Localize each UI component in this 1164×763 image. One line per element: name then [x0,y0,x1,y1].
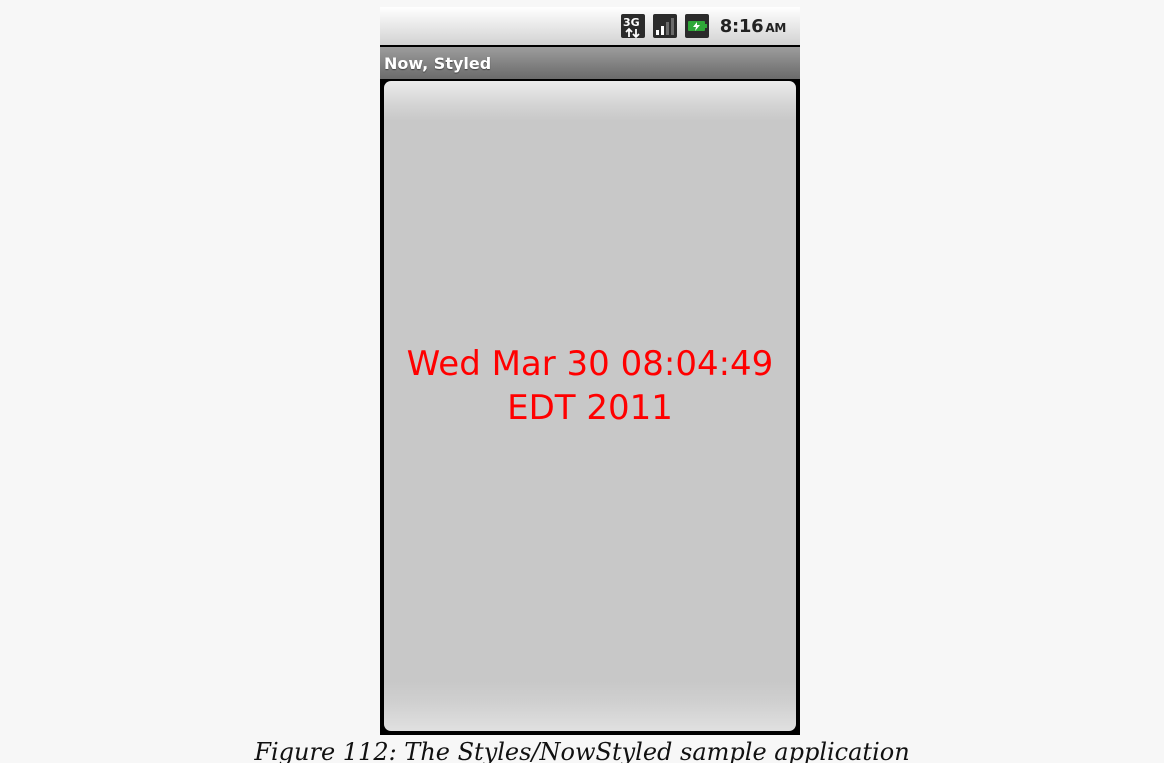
figure-caption: Figure 112: The Styles/NowStyled sample … [254,738,910,763]
clock-ampm: AM [765,20,786,35]
phone-screen: 3G 8:16 AM Now, Styled Wed Mar 30 08:04:… [380,7,800,735]
styled-time-button[interactable]: Wed Mar 30 08:04:49 EDT 2011 [384,81,796,731]
page: 3G 8:16 AM Now, Styled Wed Mar 30 08:04:… [0,0,1164,763]
title-bar: Now, Styled [380,47,800,79]
3g-data-icon: 3G [620,13,646,39]
battery-charging-icon [684,13,710,39]
status-clock: 8:16 AM [719,15,787,37]
status-bar: 3G 8:16 AM [380,7,800,45]
time-label: Wed Mar 30 08:04:49 EDT 2011 [406,344,774,428]
svg-text:3G: 3G [623,16,640,29]
app-title: Now, Styled [384,53,492,73]
signal-strength-icon [652,13,678,39]
clock-time: 8:16 [719,15,764,37]
